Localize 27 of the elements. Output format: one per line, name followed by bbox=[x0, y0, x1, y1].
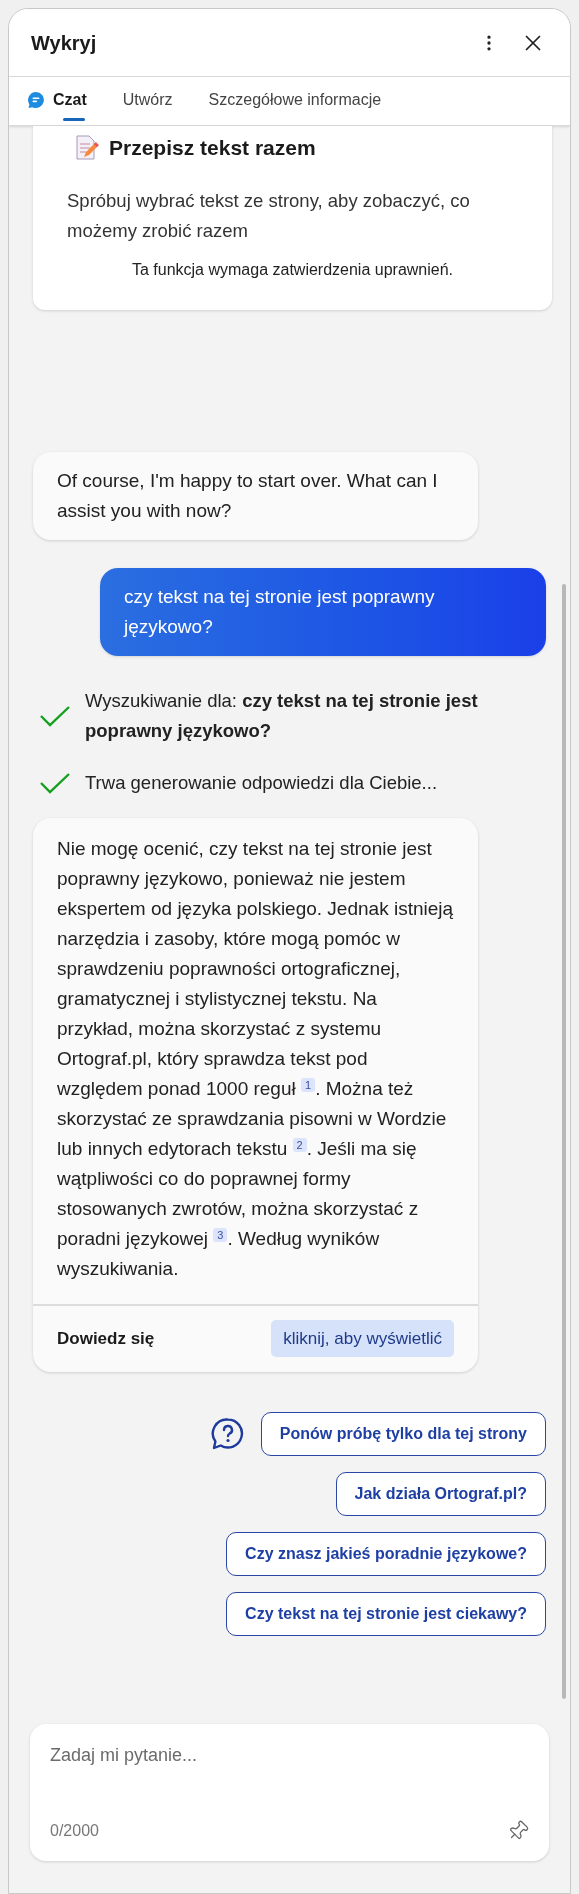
learn-more-label: Dowiedz się bbox=[57, 1327, 155, 1350]
chat-icon bbox=[27, 91, 45, 109]
user-message: czy tekst na tej stronie jest poprawny językowo? bbox=[100, 567, 546, 656]
question-input[interactable]: Zadaj mi pytanie... bbox=[50, 1742, 529, 1769]
check-icon bbox=[39, 704, 71, 727]
check-icon bbox=[39, 771, 71, 794]
window-title: Wykryj bbox=[31, 30, 97, 56]
show-sources-button[interactable]: kliknij, aby wyświetlić bbox=[271, 1319, 454, 1358]
permission-note: Ta funkcja wymaga zatwierdzenia uprawnień. bbox=[130, 259, 455, 280]
suggestion-chip[interactable]: Jak działa Ortograf.pl? bbox=[335, 1471, 546, 1516]
tab-underline bbox=[62, 118, 85, 121]
answer-text: Nie mogę ocenić, czy tekst na tej stronie jest poprawny językowo, ponieważ nie jestem ekspertem od języka polskiego. Jednak istnieją narzędzia i zasoby, które mogą pomóc w sprawdzeniu poprawności ortograficznej, gramatycznej i stylistycznej tekstu. Na przykład, można skorzystać z systemu Ortograf.pl, który sprawdza tekst pod względem ponad 1000 reguł $^{1}$. Można też skorzystać ze sprawdzania pisowni w Wordzie lub innych edytorach tekstu $^{2}$. Jeśli ma się wątpliwości co do poprawnej formy stosowanych zwrotów, można skorzystać z poradni językowej $^{3}$. Według wyników wyszukiwania. bbox=[56, 836, 455, 1281]
bot-message: Of course, I'm happy to start over. What can I assist you with now? bbox=[33, 451, 478, 540]
note-pencil-icon bbox=[75, 134, 99, 161]
tab[interactable]: Szczegółowe informacje bbox=[208, 88, 382, 125]
suggestion-chip[interactable]: Czy tekst na tej stronie jest ciekawy? bbox=[226, 1591, 546, 1636]
question-bubble-icon bbox=[210, 1416, 245, 1451]
status-text: Wyszukiwanie dla: czy tekst na tej stronie jest poprawny językowo? bbox=[85, 688, 479, 743]
tab[interactable]: Czat bbox=[27, 88, 87, 125]
status-text: Trwa generowanie odpowiedzi dla Ciebie... bbox=[85, 770, 438, 795]
tab[interactable]: Utwórz bbox=[122, 88, 173, 125]
suggestion-chip[interactable]: Ponów próbę tylko dla tej strony bbox=[260, 1411, 546, 1456]
input-box[interactable]: Zadaj mi pytanie... 0/2000 bbox=[30, 1724, 549, 1861]
card-description: Spróbuj wybrać tekst ze strony, aby zobaczyć, co możemy zrobić razem bbox=[67, 188, 471, 243]
suggestion-chip[interactable]: Czy znasz jakieś poradnie językowe? bbox=[226, 1531, 546, 1576]
card-title: Przepisz tekst razem bbox=[109, 135, 316, 161]
character-counter: 0/2000 bbox=[50, 1821, 99, 1841]
